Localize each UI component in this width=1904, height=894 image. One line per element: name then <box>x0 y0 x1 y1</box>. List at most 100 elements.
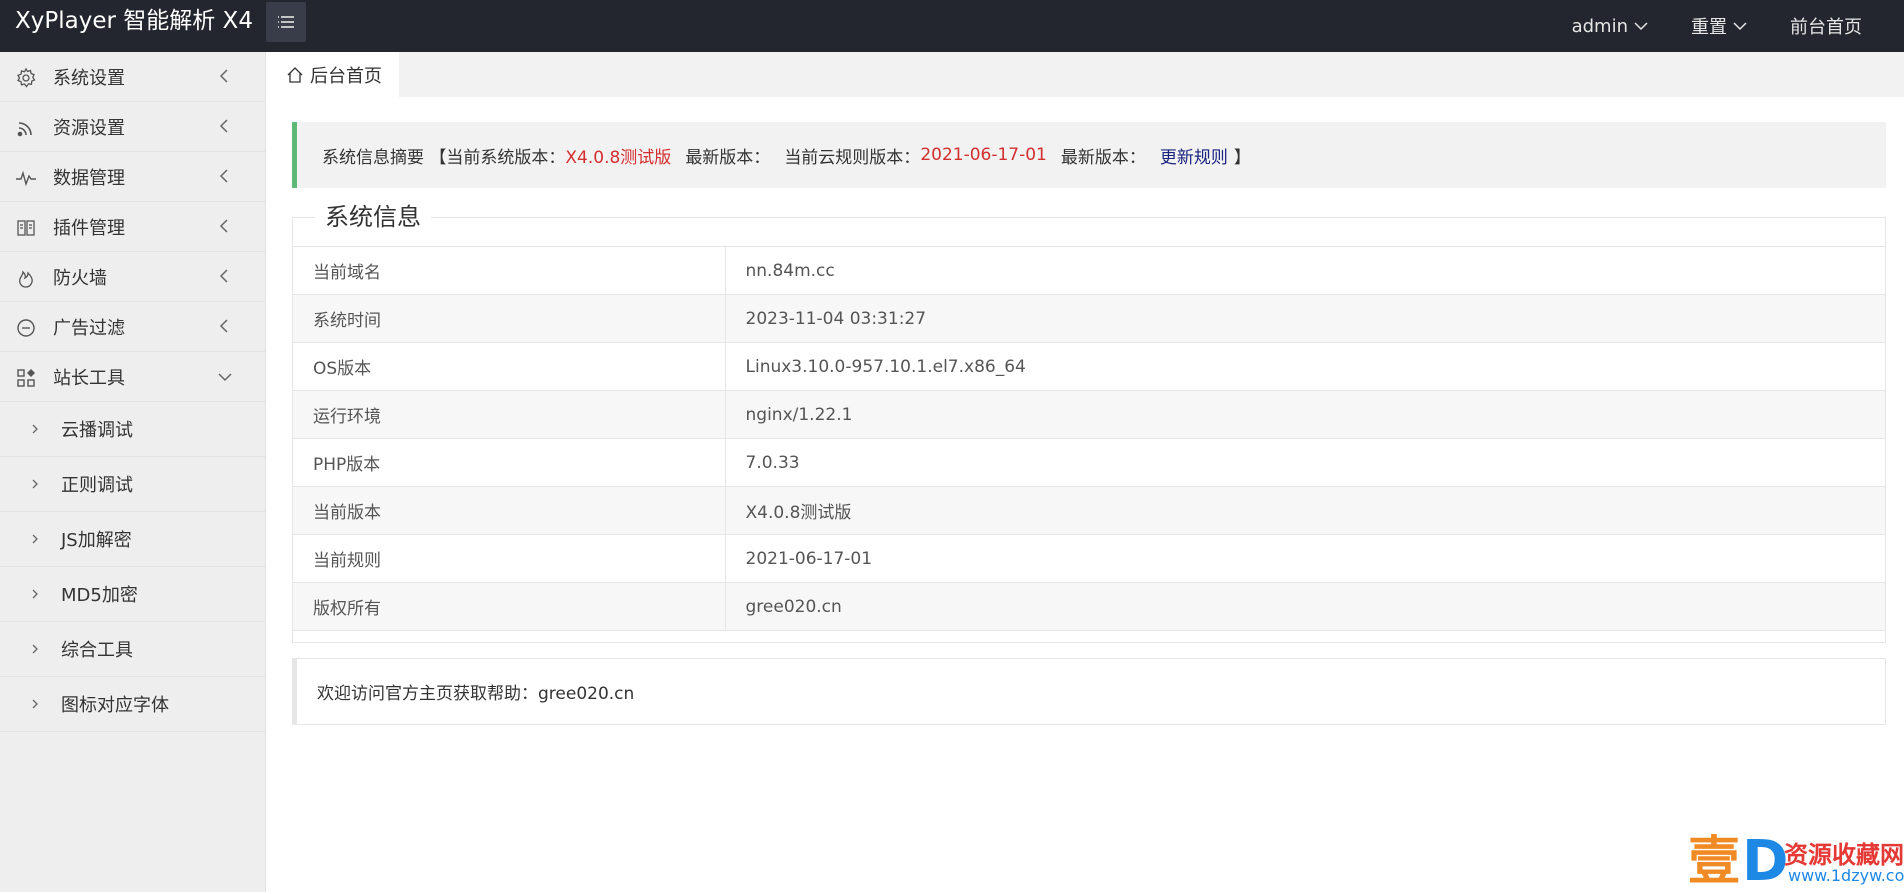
chevron-left-icon <box>219 169 228 183</box>
sidebar-item-system-settings[interactable]: 系统设置 <box>0 52 265 102</box>
chevron-down-icon <box>1733 22 1747 31</box>
table-row: 当前版本 X4.0.8测试版 <box>293 486 1885 535</box>
watermark-logo: 壹 D 资源收藏网 www.1dzyw.com <box>1688 832 1904 892</box>
gear-icon <box>17 67 36 88</box>
sidebar-subitem-regex-debug[interactable]: 正则调试 <box>0 457 265 512</box>
chevron-right-icon <box>32 699 38 709</box>
table-cell-key: 当前域名 <box>293 246 726 295</box>
fire-icon <box>19 270 33 288</box>
latest-version-label-2: 最新版本： <box>1060 147 1146 168</box>
sidebar-subitem-label: JS加解密 <box>61 530 132 551</box>
chevron-right-icon <box>32 534 38 544</box>
sidebar-subitem-icon-font[interactable]: 图标对应字体 <box>0 677 265 732</box>
cloud-rule-version-value: 2021-06-17-01 <box>920 145 1047 165</box>
user-menu[interactable]: admin <box>1572 16 1648 37</box>
pulse-icon <box>16 170 36 187</box>
chevron-left-icon <box>219 69 228 83</box>
table-row: 系统时间 2023-11-04 03:31:27 <box>293 294 1885 343</box>
tab-admin-home[interactable]: 后台首页 <box>267 52 399 97</box>
sidebar-item-label: 站长工具 <box>53 367 125 389</box>
table-cell-value: Linux3.10.0-957.10.1.el7.x86_64 <box>725 342 1885 391</box>
sidebar-subitem-label: MD5加密 <box>61 585 138 606</box>
tab-bar: 后台首页 <box>267 52 1904 97</box>
table-cell-value: X4.0.8测试版 <box>725 486 1885 535</box>
system-summary-notice: 系统信息摘要 【当前系统版本： X4.0.8测试版 最新版本： 当前云规则版本：… <box>292 122 1886 188</box>
sidebar-item-label: 资源设置 <box>53 117 125 139</box>
sidebar-subitem-cloud-debug[interactable]: 云播调试 <box>0 402 265 457</box>
frontend-home-label: 前台首页 <box>1790 17 1862 38</box>
sidebar-subitem-general-tools[interactable]: 综合工具 <box>0 622 265 677</box>
system-info-table: 当前域名 nn.84m.cc 系统时间 2023-11-04 03:31:27 … <box>293 246 1885 631</box>
app-title: XyPlayer 智能解析 X4 <box>15 8 253 34</box>
table-row: OS版本 Linux3.10.0-957.10.1.el7.x86_64 <box>293 342 1885 391</box>
table-row: 版权所有 gree020.cn <box>293 582 1885 631</box>
chevron-left-icon <box>219 219 228 233</box>
sidebar-toggle-button[interactable] <box>266 2 306 42</box>
help-text: 欢迎访问官方主页获取帮助：gree020.cn <box>317 684 635 704</box>
table-cell-value: 2023-11-04 03:31:27 <box>725 294 1885 343</box>
sidebar-item-plugin-management[interactable]: 插件管理 <box>0 202 265 252</box>
table-cell-key: PHP版本 <box>293 438 726 487</box>
current-version-value: X4.0.8测试版 <box>565 147 672 168</box>
user-menu-label: admin <box>1571 15 1628 37</box>
menu-icon <box>278 16 294 28</box>
sidebar-item-label: 数据管理 <box>53 167 125 189</box>
chevron-right-icon <box>32 644 38 654</box>
frontend-home-link[interactable]: 前台首页 <box>1790 13 1862 39</box>
help-notice: 欢迎访问官方主页获取帮助：gree020.cn <box>292 658 1886 725</box>
table-cell-key: 当前规则 <box>293 534 726 583</box>
watermark-url: www.1dzyw.com <box>1788 866 1904 885</box>
watermark-char: 壹 <box>1688 831 1741 892</box>
table-cell-value: nn.84m.cc <box>725 246 1885 295</box>
sidebar-item-resource-settings[interactable]: 资源设置 <box>0 102 265 152</box>
latest-version-label: 最新版本： <box>685 147 771 168</box>
chevron-right-icon <box>32 424 38 434</box>
table-row: 当前规则 2021-06-17-01 <box>293 534 1885 583</box>
sidebar-item-data-management[interactable]: 数据管理 <box>0 152 265 202</box>
table-cell-value: nginx/1.22.1 <box>725 390 1885 439</box>
tab-label: 后台首页 <box>310 65 382 87</box>
table-cell-value: 2021-06-17-01 <box>725 534 1885 583</box>
chevron-left-icon <box>219 269 228 283</box>
header-right-menu: admin 重置 前台首页 <box>1572 0 1904 52</box>
update-rules-link[interactable]: 更新规则 <box>1160 143 1228 168</box>
watermark-title: 资源收藏网 <box>1784 841 1904 869</box>
table-cell-key: 运行环境 <box>293 390 726 439</box>
apps-icon <box>17 369 35 387</box>
plugin-icon <box>17 220 35 236</box>
reset-menu[interactable]: 重置 <box>1691 13 1747 39</box>
sidebar-item-label: 系统设置 <box>53 67 125 89</box>
minus-circle-icon <box>17 319 35 337</box>
watermark-letter: D <box>1742 829 1789 894</box>
sidebar-item-ad-filter[interactable]: 广告过滤 <box>0 302 265 352</box>
table-row: PHP版本 7.0.33 <box>293 438 1885 487</box>
sidebar-item-label: 插件管理 <box>53 217 125 239</box>
chevron-right-icon <box>32 589 38 599</box>
chevron-right-icon <box>32 479 38 489</box>
sidebar: 系统设置 资源设置 数据管理 插件管理 防火墙 广告过滤 站长工具 云播调试 正… <box>0 52 266 892</box>
chevron-down-icon <box>1634 22 1648 31</box>
cloud-rule-label: 当前云规则版本： <box>784 147 921 168</box>
sidebar-item-label: 防火墙 <box>53 267 107 289</box>
copyright-link[interactable]: gree020.cn <box>725 582 1885 631</box>
table-row: 运行环境 nginx/1.22.1 <box>293 390 1885 439</box>
sidebar-subitem-js-encrypt[interactable]: JS加解密 <box>0 512 265 567</box>
system-info-panel: 系统信息 当前域名 nn.84m.cc 系统时间 2023-11-04 03:3… <box>292 201 1886 643</box>
notice-prefix: 系统信息摘要 【当前系统版本： <box>322 147 566 168</box>
chevron-left-icon <box>219 319 228 333</box>
sidebar-subitem-label: 综合工具 <box>61 640 133 661</box>
table-row: 当前域名 nn.84m.cc <box>293 246 1885 295</box>
chevron-down-icon <box>218 373 232 382</box>
notice-suffix: 】 <box>1233 147 1251 168</box>
sidebar-item-firewall[interactable]: 防火墙 <box>0 252 265 302</box>
reset-menu-label: 重置 <box>1691 17 1727 38</box>
home-icon <box>287 66 303 83</box>
rss-icon <box>17 122 32 137</box>
sidebar-subitem-label: 图标对应字体 <box>61 695 169 716</box>
sidebar-subitem-md5[interactable]: MD5加密 <box>0 567 265 622</box>
table-cell-key: OS版本 <box>293 342 726 391</box>
table-cell-value: 7.0.33 <box>725 438 1885 487</box>
top-header: XyPlayer 智能解析 X4 admin 重置 前台首页 <box>0 0 1904 52</box>
table-cell-key: 系统时间 <box>293 294 726 343</box>
sidebar-item-webmaster-tools[interactable]: 站长工具 <box>0 352 265 402</box>
